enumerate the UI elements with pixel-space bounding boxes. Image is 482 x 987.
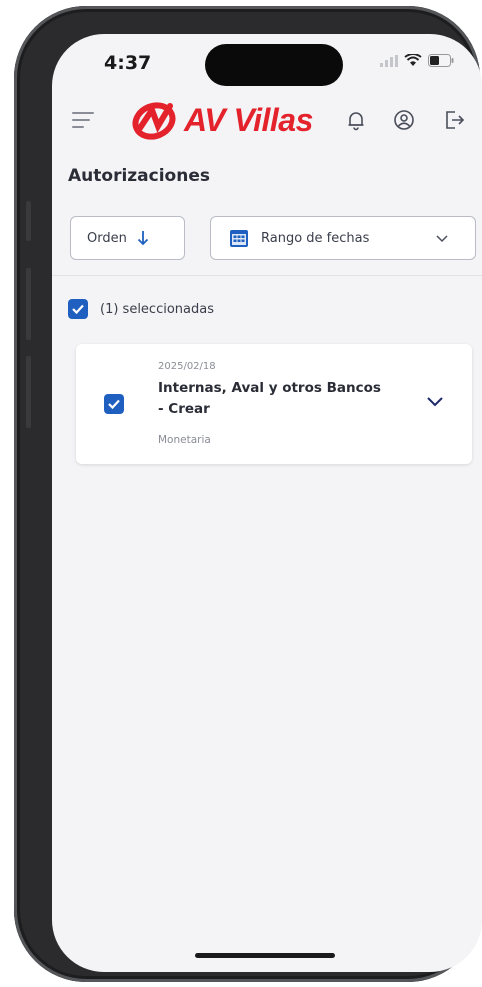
battery-icon — [428, 54, 454, 67]
brand-logo: AV Villas — [132, 100, 313, 140]
volume-up-button — [26, 268, 31, 340]
volume-down-button — [26, 356, 31, 428]
wifi-icon — [404, 54, 422, 66]
authorization-title: Internas, Aval y otros Bancos - Crear — [158, 380, 381, 417]
authorization-checkbox[interactable] — [104, 394, 124, 414]
page-title: Autorizaciones — [68, 166, 210, 186]
logout-icon[interactable] — [442, 108, 466, 132]
select-all-checkbox[interactable] — [68, 299, 88, 319]
user-circle-icon[interactable] — [392, 108, 416, 132]
section-divider — [52, 275, 482, 276]
checkbox-checked-icon — [72, 304, 84, 315]
bell-icon[interactable] — [344, 108, 368, 132]
chevron-down-icon — [436, 235, 448, 243]
date-range-select[interactable]: Rango de fechas — [210, 216, 476, 260]
phone-frame: 4:37 AV Villas Autorizaciones Orden Rang… — [14, 6, 482, 982]
authorization-date: 2025/02/18 — [158, 361, 216, 372]
calendar-icon — [230, 230, 248, 247]
selection-summary: (1) seleccionadas — [68, 299, 214, 319]
dynamic-island — [205, 44, 343, 86]
selection-count: (1) seleccionadas — [100, 301, 214, 317]
brand-name: AV Villas — [184, 101, 313, 138]
menu-icon[interactable] — [72, 112, 94, 133]
av-villas-mark-icon — [132, 102, 176, 140]
status-icons — [380, 54, 454, 67]
app-screen: 4:37 AV Villas Autorizaciones Orden Rang… — [52, 34, 482, 972]
app-header: AV Villas — [52, 92, 482, 152]
mute-switch — [26, 201, 31, 241]
expand-chevron-icon[interactable] — [426, 396, 444, 408]
signal-icon — [380, 54, 398, 67]
home-indicator[interactable] — [195, 953, 335, 958]
authorization-type: Monetaria — [158, 434, 211, 446]
authorization-card[interactable]: 2025/02/18 Internas, Aval y otros Bancos… — [76, 344, 472, 464]
checkbox-checked-icon — [108, 399, 120, 410]
order-label: Orden — [87, 230, 127, 246]
order-button[interactable]: Orden — [70, 216, 185, 260]
status-time: 4:37 — [104, 52, 152, 74]
date-range-label: Rango de fechas — [261, 230, 370, 246]
arrow-down-icon — [137, 231, 148, 246]
